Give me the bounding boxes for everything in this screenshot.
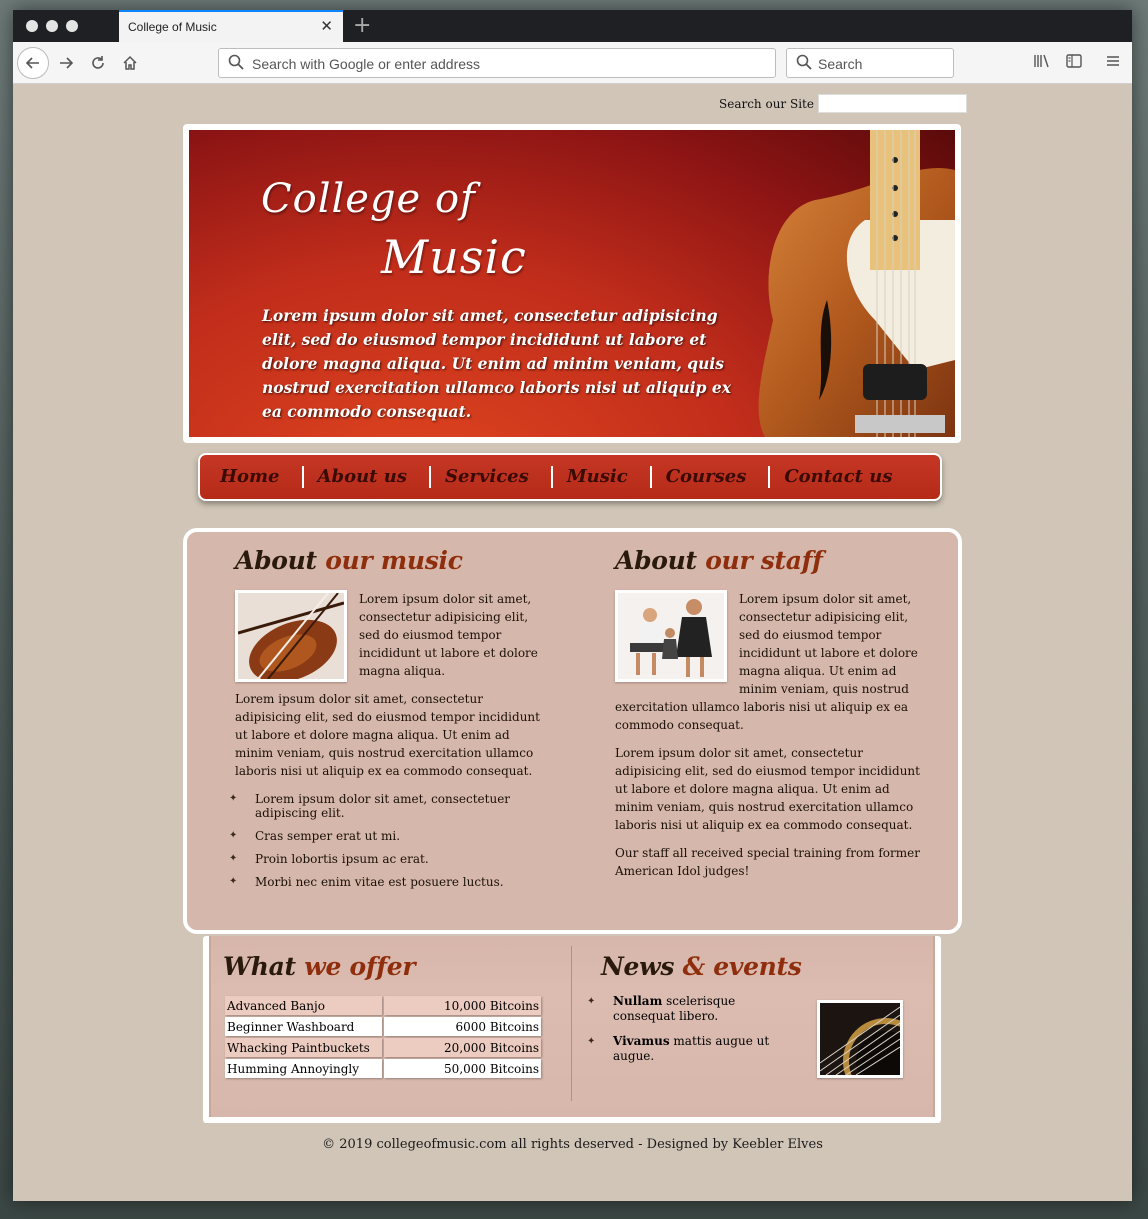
forward-button[interactable]	[51, 48, 81, 78]
price-item: Advanced Banjo	[225, 996, 382, 1015]
banner: College of Music Lorem ipsum dolor sit a…	[189, 130, 955, 437]
close-window-button[interactable]	[26, 20, 38, 32]
home-button[interactable]	[115, 48, 145, 78]
nav-services[interactable]: Services	[431, 466, 553, 488]
guitar-image	[758, 130, 955, 437]
list-item: Proin lobortis ipsum ac erat.	[229, 852, 545, 866]
news-list: Nullam scelerisque consequat libero. Viv…	[587, 994, 801, 1064]
site-search: Search our Site	[719, 94, 967, 113]
news-section: News & events Nullam scelerisque consequ…	[587, 952, 921, 1078]
search-icon	[796, 54, 812, 70]
banner-tagline: Lorem ipsum dolor sit amet, consectetur …	[262, 306, 731, 421]
banner-title-line1: College of	[261, 176, 476, 222]
nav-courses[interactable]: Courses	[652, 466, 771, 488]
back-arrow-icon	[25, 57, 39, 69]
close-tab-icon[interactable]: ✕	[320, 17, 333, 35]
browser-toolbar: Search with Google or enter address Sear…	[13, 42, 1132, 84]
about-music-heading: About our music	[235, 546, 463, 575]
about-staff-section: About our staff Lorem ipsum dolor sit am…	[615, 546, 920, 890]
list-item: Lorem ipsum dolor sit amet, consectetuer…	[229, 792, 545, 820]
about-staff-paragraph: Our staff all received special training …	[615, 846, 920, 878]
about-music-paragraph: Lorem ipsum dolor sit amet, consectetur …	[235, 692, 540, 778]
nav-home[interactable]: Home	[206, 466, 304, 488]
price-value: 10,000 Bitcoins	[384, 996, 541, 1015]
staff-photo	[615, 590, 727, 682]
table-row: Advanced Banjo 10,000 Bitcoins	[225, 996, 541, 1015]
address-bar[interactable]: Search with Google or enter address	[218, 48, 776, 78]
table-row: Beginner Washboard 6000 Bitcoins	[225, 1017, 541, 1036]
nav-contact-us[interactable]: Contact us	[770, 466, 914, 488]
forward-arrow-icon	[60, 57, 74, 69]
bottom-panel-inner: What we offer Advanced Banjo 10,000 Bitc…	[209, 936, 935, 1117]
search-icon	[228, 54, 244, 70]
footer-text: © 2019 collegeofmusic.com all rights des…	[322, 1137, 823, 1152]
price-item: Humming Annoyingly	[225, 1059, 382, 1078]
home-icon	[123, 55, 137, 70]
about-staff-paragraph: Lorem ipsum dolor sit amet, consectetur …	[615, 746, 920, 832]
menu-hamburger-icon[interactable]	[1103, 53, 1123, 73]
reload-icon	[92, 56, 104, 69]
new-tab-icon[interactable]: +	[353, 13, 371, 38]
tab-title: College of Music	[128, 20, 217, 34]
tab-bar: College of Music ✕ +	[13, 10, 1132, 42]
library-icon[interactable]	[1032, 53, 1052, 73]
window-controls	[26, 20, 78, 32]
news-item: Nullam scelerisque consequat libero.	[587, 994, 801, 1024]
nav-about-us[interactable]: About us	[304, 466, 431, 488]
about-staff-heading: About our staff	[615, 546, 823, 575]
price-item: Beginner Washboard	[225, 1017, 382, 1036]
search-placeholder: Search	[818, 56, 863, 72]
minimize-window-button[interactable]	[46, 20, 58, 32]
back-button[interactable]	[17, 47, 49, 79]
banner-title-line2: Music	[381, 230, 527, 284]
zoom-window-button[interactable]	[66, 20, 78, 32]
nav-music[interactable]: Music	[553, 466, 652, 488]
about-music-section: About our music Lorem ipsum dolor sit am…	[229, 546, 550, 898]
main-nav: Home About us Services Music Courses Con…	[198, 453, 942, 501]
price-item: Whacking Paintbuckets	[225, 1038, 382, 1057]
main-content: About our music Lorem ipsum dolor sit am…	[183, 528, 962, 934]
web-page: Search our Site College of Music Lorem i…	[13, 84, 1132, 1201]
site-search-input[interactable]	[817, 94, 967, 113]
banner-frame: College of Music Lorem ipsum dolor sit a…	[183, 124, 961, 443]
offer-section: What we offer Advanced Banjo 10,000 Bitc…	[223, 952, 543, 1080]
offer-heading: What we offer	[223, 952, 416, 981]
list-item: Morbi nec enim vitae est posuere luctus.	[229, 875, 545, 889]
price-value: 20,000 Bitcoins	[384, 1038, 541, 1057]
price-value: 50,000 Bitcoins	[384, 1059, 541, 1078]
sidebar-icon[interactable]	[1064, 53, 1084, 73]
site-search-label: Search our Site	[719, 96, 814, 111]
browser-window: College of Music ✕ + Search with Google …	[13, 10, 1132, 1201]
table-row: Humming Annoyingly 50,000 Bitcoins	[225, 1059, 541, 1078]
news-heading: News & events	[601, 952, 802, 981]
about-music-bullets: Lorem ipsum dolor sit amet, consectetuer…	[229, 792, 550, 889]
list-item: Cras semper erat ut mi.	[229, 829, 545, 843]
news-item: Vivamus mattis augue ut augue.	[587, 1034, 801, 1064]
tab-active[interactable]: College of Music ✕	[119, 10, 343, 42]
browser-search-box[interactable]: Search	[786, 48, 954, 78]
table-row: Whacking Paintbuckets 20,000 Bitcoins	[225, 1038, 541, 1057]
price-value: 6000 Bitcoins	[384, 1017, 541, 1036]
address-placeholder: Search with Google or enter address	[252, 56, 481, 72]
bottom-panel: What we offer Advanced Banjo 10,000 Bitc…	[203, 936, 941, 1123]
price-table: Advanced Banjo 10,000 Bitcoins Beginner …	[223, 994, 543, 1080]
section-divider	[571, 946, 572, 1101]
violin-photo	[235, 590, 347, 682]
reload-button[interactable]	[83, 48, 113, 78]
guitar-strings-photo	[817, 1000, 903, 1078]
